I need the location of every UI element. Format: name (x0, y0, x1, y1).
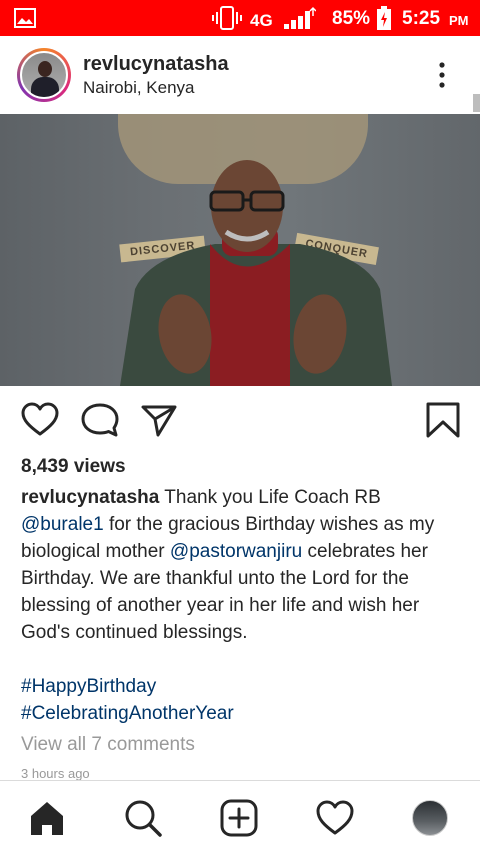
avatar[interactable] (17, 48, 71, 102)
more-vertical-icon[interactable] (432, 60, 452, 90)
vibrate-icon (212, 6, 242, 30)
post-actions (0, 386, 480, 452)
home-icon[interactable] (28, 799, 66, 837)
battery-charging-icon (377, 6, 391, 30)
avatar-torso (31, 77, 59, 97)
search-icon[interactable] (124, 799, 162, 837)
battery-percent: 85% (332, 8, 371, 29)
network-type: 4G (250, 11, 273, 30)
scrollbar[interactable] (473, 94, 480, 112)
post-timestamp: 3 hours ago (21, 766, 90, 780)
clock-ampm: PM (449, 13, 469, 28)
mention-pastorwanjiru[interactable]: @pastorwanjiru (170, 541, 302, 562)
activity-heart-icon[interactable] (316, 799, 354, 837)
view-all-comments-link[interactable]: View all 7 comments (21, 734, 195, 756)
add-post-icon[interactable] (220, 799, 258, 837)
post-location[interactable]: Nairobi, Kenya (83, 78, 195, 98)
caption-text-1: Thank you Life Coach RB (159, 487, 381, 508)
hashtag-happybirthday[interactable]: #HappyBirthday (21, 673, 461, 700)
speaker-figure (120, 160, 392, 386)
status-bar: 4G 85% 5:25 PM (0, 0, 480, 36)
signal-icon (284, 6, 316, 29)
send-icon[interactable] (140, 402, 178, 438)
heart-icon[interactable] (21, 402, 59, 438)
comment-icon[interactable] (81, 402, 119, 438)
avatar-image (20, 51, 68, 99)
caption-username[interactable]: revlucynatasha (21, 487, 159, 508)
view-count[interactable]: 8,439 views (21, 456, 126, 478)
bottom-nav (0, 780, 480, 854)
gallery-icon (14, 8, 36, 28)
bookmark-icon[interactable] (424, 402, 462, 438)
avatar-head (38, 61, 52, 77)
mention-burale1[interactable]: @burale1 (21, 514, 104, 535)
post-username[interactable]: revlucynatasha (83, 53, 229, 76)
profile-avatar[interactable] (412, 800, 448, 836)
post-header: revlucynatasha Nairobi, Kenya (0, 36, 480, 114)
post-video[interactable]: DISCOVER CONQUER (0, 114, 480, 386)
post-caption: revlucynatasha Thank you Life Coach RB @… (21, 484, 461, 727)
hashtag-celebratinganotheryear[interactable]: #CelebratingAnotherYear (21, 700, 461, 727)
clock-time: 5:25 (402, 8, 441, 29)
